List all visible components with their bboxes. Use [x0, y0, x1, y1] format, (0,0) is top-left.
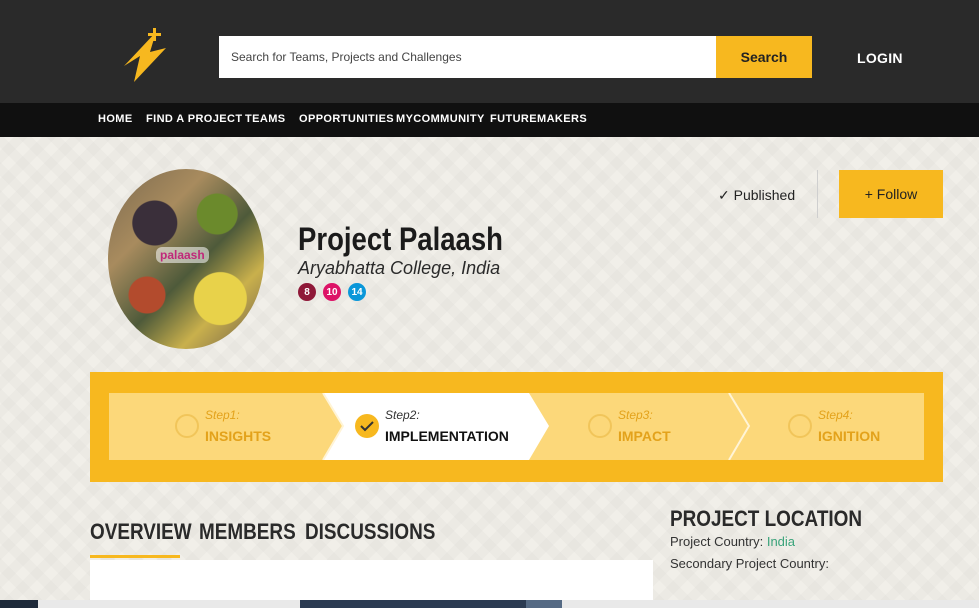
header-divider	[817, 170, 818, 218]
overview-content-card	[90, 560, 653, 600]
project-country-line: Project Country: India	[670, 534, 795, 549]
top-header: Search LOGIN	[0, 0, 979, 103]
step-number: Step2:	[385, 408, 420, 422]
project-title: Project Palaash	[298, 221, 503, 257]
nav-teams[interactable]: TEAMS	[245, 113, 286, 125]
sdg-badge-10[interactable]: 10	[323, 283, 341, 301]
nav-home[interactable]: HOME	[98, 113, 133, 125]
taskbar-item[interactable]	[526, 600, 562, 608]
project-location-title: PROJECT LOCATION	[670, 506, 863, 531]
step-number: Step3:	[618, 408, 653, 422]
login-link[interactable]: LOGIN	[857, 50, 903, 66]
step-circle-icon	[788, 414, 812, 438]
nav-mycommunity[interactable]: MYCOMMUNITY	[396, 113, 485, 125]
sdg-badge-14[interactable]: 14	[348, 283, 366, 301]
taskbar-item[interactable]	[300, 600, 526, 608]
project-avatar: palaash	[108, 169, 264, 349]
nav-futuremakers[interactable]: FUTUREMAKERS	[490, 113, 587, 125]
tab-members[interactable]: MEMBERS	[199, 519, 296, 545]
project-subtitle: Aryabhatta College, India	[298, 258, 501, 278]
avatar-logo-text: palaash	[156, 247, 209, 263]
step-circle-icon	[175, 414, 199, 438]
step-name: IMPACT	[618, 428, 671, 444]
step-name: IMPLEMENTATION	[385, 428, 509, 444]
step-number: Step4:	[818, 408, 853, 422]
taskbar-item[interactable]	[38, 600, 300, 608]
project-main: palaash Project Palaash Aryabhatta Colle…	[0, 137, 979, 600]
step-impact[interactable]: Step3: IMPACT	[550, 393, 730, 460]
step-implementation[interactable]: Step2: IMPLEMENTATION	[323, 393, 533, 460]
step-name: IGNITION	[818, 428, 881, 444]
active-tab-underline	[90, 555, 180, 558]
search-input[interactable]	[219, 36, 716, 78]
main-nav: HOME FIND A PROJECT TEAMS OPPORTUNITIES …	[0, 103, 979, 137]
tab-discussions[interactable]: DISCUSSIONS	[305, 519, 435, 545]
step-name: INSIGHTS	[205, 428, 272, 444]
check-circle-icon	[355, 414, 379, 438]
logo-icon[interactable]	[120, 26, 170, 82]
step-insights[interactable]: Step1: INSIGHTS	[109, 393, 314, 460]
os-taskbar	[0, 600, 979, 608]
nav-opportunities[interactable]: OPPORTUNITIES	[299, 113, 394, 125]
taskbar-item[interactable]	[562, 600, 979, 608]
project-country-label: Project Country:	[670, 534, 764, 549]
follow-button[interactable]: + Follow	[839, 170, 943, 218]
published-status: ✓ Published	[718, 187, 796, 203]
step-number: Step1:	[205, 408, 240, 422]
project-country-value[interactable]: India	[767, 534, 795, 549]
step-ignition[interactable]: Step4: IGNITION	[750, 393, 924, 460]
search-button[interactable]: Search	[716, 36, 812, 78]
sdg-badge-8[interactable]: 8	[298, 283, 316, 301]
tab-overview[interactable]: OVERVIEW	[90, 519, 192, 545]
secondary-country-label: Secondary Project Country:	[670, 556, 829, 571]
step-circle-icon	[588, 414, 612, 438]
nav-find-a-project[interactable]: FIND A PROJECT	[146, 113, 242, 125]
